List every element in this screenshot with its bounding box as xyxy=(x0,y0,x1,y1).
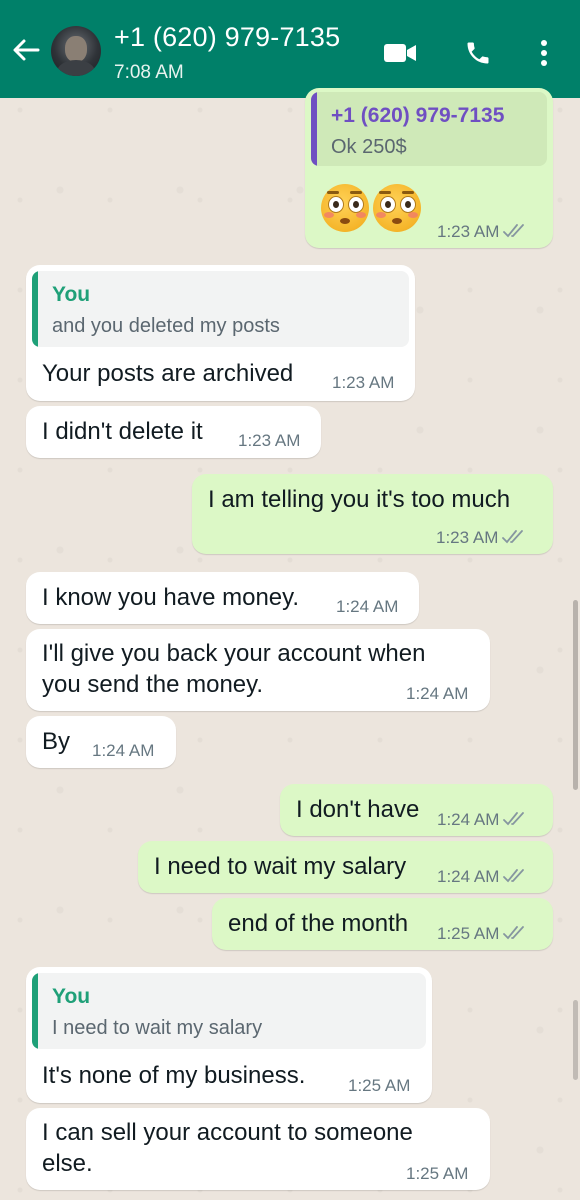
message-text: Your posts are archived xyxy=(42,360,294,387)
quoted-text: and you deleted my posts xyxy=(52,315,280,337)
message-text-line: I'll give you back your account when xyxy=(42,640,426,667)
contact-name[interactable]: +1 (620) 979-7135 xyxy=(114,22,340,53)
message-bubble-incoming[interactable]: By 1:24 AM xyxy=(26,716,176,768)
double-check-icon xyxy=(503,223,529,243)
message-text-line: you send the money. xyxy=(42,671,264,698)
message-text-line: else. xyxy=(42,1150,93,1177)
quoted-text: I need to wait my salary xyxy=(52,1017,263,1039)
quoted-sender: You xyxy=(52,985,91,1008)
voice-call-icon[interactable] xyxy=(458,34,498,72)
message-text: I know you have money. xyxy=(42,584,300,611)
message-time: 1:24 AM xyxy=(437,867,529,888)
message-time: 1:23 AM xyxy=(332,373,395,392)
contact-last-seen: 7:08 AM xyxy=(114,62,184,83)
video-call-icon[interactable] xyxy=(380,34,420,72)
flushed-face-emoji xyxy=(321,184,369,232)
quoted-sender: +1 (620) 979-7135 xyxy=(331,104,505,127)
quoted-sender: You xyxy=(52,283,91,306)
message-bubble-incoming[interactable]: I didn't delete it 1:23 AM xyxy=(26,406,321,458)
chat-header: +1 (620) 979-7135 7:08 AM xyxy=(0,0,580,98)
message-time: 1:24 AM xyxy=(336,597,399,616)
message-text: I need to wait my salary xyxy=(154,853,407,880)
message-time: 1:23 AM xyxy=(238,431,301,450)
message-time: 1:23 AM xyxy=(436,528,528,549)
quoted-message[interactable]: You I need to wait my salary xyxy=(32,973,426,1049)
message-time: 1:25 AM xyxy=(437,924,529,945)
message-bubble-incoming[interactable]: You and you deleted my posts Your posts … xyxy=(26,265,415,401)
quoted-message[interactable]: You and you deleted my posts xyxy=(32,271,409,347)
scrollbar[interactable] xyxy=(573,600,578,790)
message-bubble-outgoing[interactable]: I don't have 1:24 AM xyxy=(280,784,553,836)
message-bubble-outgoing[interactable]: I need to wait my salary 1:24 AM xyxy=(138,841,553,893)
quoted-text: Ok 250$ xyxy=(331,136,407,158)
message-time: 1:24 AM xyxy=(437,810,529,831)
message-time: 1:24 AM xyxy=(92,741,155,760)
message-bubble-incoming[interactable]: I can sell your account to someone else.… xyxy=(26,1108,490,1190)
message-bubble-incoming[interactable]: You I need to wait my salary It's none o… xyxy=(26,967,432,1103)
message-text: I am telling you it's too much xyxy=(208,486,511,513)
scrollbar-track xyxy=(573,1000,578,1080)
more-options-icon[interactable] xyxy=(524,34,564,72)
message-bubble-incoming[interactable]: I know you have money. 1:24 AM xyxy=(26,572,419,624)
message-time: 1:25 AM xyxy=(348,1076,411,1095)
message-text-line: I can sell your account to someone xyxy=(42,1119,413,1146)
message-bubble-outgoing[interactable]: I am telling you it's too much 1:23 AM xyxy=(192,474,553,554)
message-text: I don't have xyxy=(296,796,420,823)
back-arrow-icon[interactable] xyxy=(10,30,42,70)
contact-avatar[interactable] xyxy=(51,26,101,76)
quoted-message[interactable]: +1 (620) 979-7135 Ok 250$ xyxy=(311,92,547,166)
message-time: 1:24 AM xyxy=(406,684,469,703)
double-check-icon xyxy=(502,529,528,549)
double-check-icon xyxy=(503,868,529,888)
flushed-face-emoji xyxy=(373,184,421,232)
message-text: end of the month xyxy=(228,910,409,937)
message-bubble-incoming[interactable]: I'll give you back your account when you… xyxy=(26,629,490,711)
message-text: I didn't delete it xyxy=(42,418,203,445)
double-check-icon xyxy=(503,925,529,945)
message-time: 1:25 AM xyxy=(406,1164,469,1183)
message-bubble-outgoing[interactable]: +1 (620) 979-7135 Ok 250$ 1:23 AM xyxy=(305,88,553,248)
message-text: By xyxy=(42,728,71,755)
message-time: 1:23 AM xyxy=(437,222,529,243)
double-check-icon xyxy=(503,811,529,831)
message-text: It's none of my business. xyxy=(42,1062,306,1089)
message-bubble-outgoing[interactable]: end of the month 1:25 AM xyxy=(212,898,553,950)
